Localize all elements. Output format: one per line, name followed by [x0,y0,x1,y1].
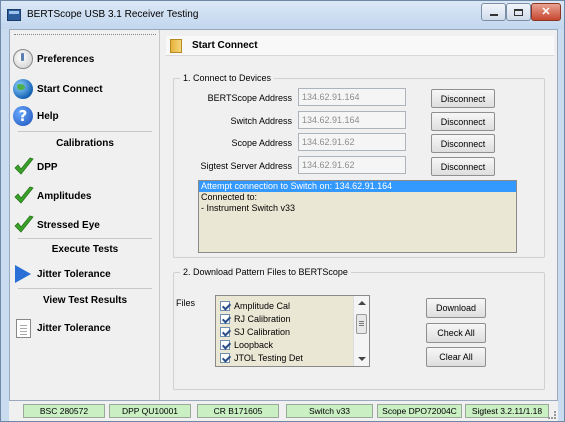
sidebar-item-stressed-eye[interactable]: Stressed Eye [10,212,160,238]
minimize-icon [489,14,498,16]
sigtest-disconnect-button[interactable]: Disconnect [431,157,495,176]
download-button[interactable]: Download [426,298,486,318]
checked-icon [220,353,230,363]
checkmark-icon [13,215,34,235]
sidebar-item-label: Stressed Eye [37,219,100,231]
scroll-thumb[interactable] [356,314,367,334]
switch-address-label: Switch Address [230,116,292,126]
help-icon: ? [13,106,33,126]
sidebar-divider [14,34,156,35]
clear-all-button[interactable]: Clear All [426,347,486,367]
file-label: Amplitude Cal [234,301,291,311]
status-scope: Scope DPO72004C [377,404,462,418]
file-checkbox-loopback[interactable]: Loopback [220,339,273,351]
sidebar-item-amplitudes[interactable]: Amplitudes [10,183,160,209]
resize-grip-icon[interactable] [548,411,556,419]
scroll-down-icon[interactable] [358,357,366,361]
status-dpp: DPP QU10001 [109,404,191,418]
window-title: BERTScope USB 3.1 Receiver Testing [27,9,199,20]
status-sigtest: Sigtest 3.2.11/1.18 [465,404,549,418]
log-line: Connected to: [201,192,258,202]
sidebar: Preferences Start Connect ? Help Calibra… [10,30,160,400]
log-line: Attempt connection to Switch on: 134.62.… [199,181,516,192]
scope-disconnect-button[interactable]: Disconnect [431,134,495,153]
page-header: Start Connect [166,36,554,56]
checkmark-icon [13,157,34,177]
checked-icon [220,314,230,324]
file-checkbox-jtol-testing-det[interactable]: JTOL Testing Det [220,352,303,364]
connection-log[interactable]: Attempt connection to Switch on: 134.62.… [198,180,517,253]
sidebar-item-label: Jitter Tolerance [37,268,111,280]
bertscope-address-field[interactable] [298,88,406,106]
sidebar-divider [18,288,152,289]
status-bsc: BSC 280572 [23,404,105,418]
close-icon: ✕ [541,5,551,18]
switch-address-field[interactable] [298,111,406,129]
sidebar-divider [18,131,152,132]
switch-disconnect-button[interactable]: Disconnect [431,112,495,131]
file-label: Loopback [234,340,274,350]
file-label: JTOL Testing Det [234,353,303,363]
sidebar-divider [18,238,152,239]
client-area: Preferences Start Connect ? Help Calibra… [9,29,558,401]
group-title: 2. Download Pattern Files to BERTScope [180,267,351,277]
checkmark-icon [13,186,34,206]
sidebar-section-view-test-results: View Test Results [42,295,128,306]
checked-icon [220,301,230,311]
check-all-button[interactable]: Check All [426,323,486,343]
file-checkbox-sj-calibration[interactable]: SJ Calibration [220,326,290,338]
status-cr: CR B171605 [197,404,279,418]
checked-icon [220,327,230,337]
sigtest-server-address-field[interactable] [298,156,406,174]
sidebar-item-label: DPP [37,161,58,173]
sidebar-item-label: Preferences [37,53,95,65]
file-checkbox-rj-calibration[interactable]: RJ Calibration [220,313,291,325]
sidebar-item-label: Help [37,110,59,122]
app-window: BERTScope USB 3.1 Receiver Testing ✕ Pre… [0,0,565,422]
scope-address-field[interactable] [298,133,406,151]
scroll-up-icon[interactable] [358,301,366,305]
sigtest-server-address-label: Sigtest Server Address [200,161,292,171]
status-bar: BSC 280572 DPP QU10001 CR B171605 Switch… [9,401,558,421]
sidebar-item-label: Jitter Tolerance [37,322,111,334]
sidebar-item-help[interactable]: ? Help [10,103,160,129]
sidebar-item-preferences[interactable]: Preferences [10,46,160,72]
checked-icon [220,340,230,350]
play-icon [15,265,31,283]
page-title: Start Connect [192,40,258,51]
sidebar-item-dpp[interactable]: DPP [10,154,160,180]
minimize-button[interactable] [481,3,506,21]
main-panel: Start Connect 1. Connect to Devices BERT… [162,30,557,400]
globe-icon [13,79,33,99]
sidebar-section-calibrations: Calibrations [56,138,114,149]
close-button[interactable]: ✕ [531,3,561,21]
preferences-icon [13,49,33,69]
folder-icon [170,38,182,53]
sidebar-item-start-connect[interactable]: Start Connect [10,76,160,102]
app-icon [7,9,21,21]
pattern-files-list[interactable]: Amplitude Cal RJ Calibration SJ Calibrat… [215,295,370,367]
sidebar-section-execute-tests: Execute Tests [51,244,119,255]
sidebar-item-label: Amplitudes [37,190,92,202]
bertscope-address-label: BERTScope Address [207,93,292,103]
file-checkbox-amplitude-cal[interactable]: Amplitude Cal [220,300,290,312]
maximize-button[interactable] [506,3,531,21]
sidebar-item-label: Start Connect [37,83,103,95]
bertscope-disconnect-button[interactable]: Disconnect [431,89,495,108]
scope-address-label: Scope Address [231,138,292,148]
maximize-icon [514,8,523,16]
document-icon [16,318,31,338]
file-list-scrollbar[interactable] [353,296,369,366]
file-label: SJ Calibration [234,327,291,337]
sidebar-item-jitter-tolerance-execute[interactable]: Jitter Tolerance [10,261,160,287]
log-line: - Instrument Switch v33 [201,203,296,213]
sidebar-item-jitter-tolerance-results[interactable]: Jitter Tolerance [10,315,160,341]
files-label: Files [176,298,196,308]
title-bar[interactable]: BERTScope USB 3.1 Receiver Testing ✕ [1,1,564,29]
status-switch: Switch v33 [286,404,373,418]
file-label: RJ Calibration [234,314,291,324]
group-title: 1. Connect to Devices [180,73,275,83]
